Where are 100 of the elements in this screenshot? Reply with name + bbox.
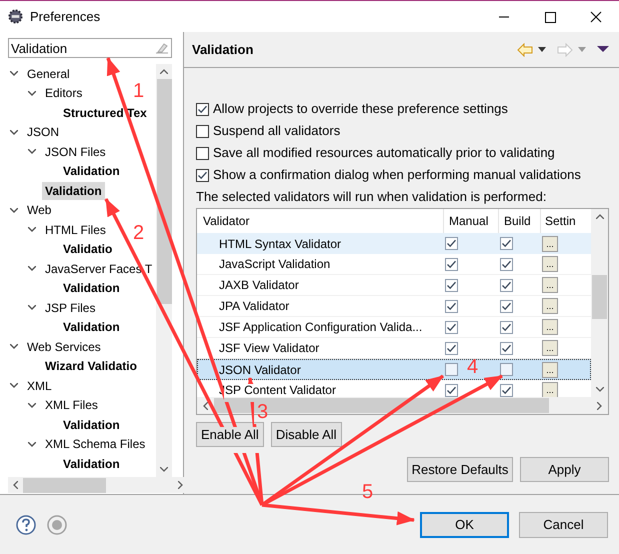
window-title: Preferences — [30, 8, 100, 26]
checkbox[interactable] — [196, 146, 209, 160]
tree-item[interactable]: Editors — [42, 84, 86, 102]
scroll-down-icon[interactable] — [160, 467, 168, 472]
annotation-number: 2 — [133, 222, 144, 244]
scroll-left-icon[interactable] — [13, 481, 18, 489]
scroll-up-icon[interactable] — [160, 69, 168, 74]
annotation-number: 5 — [362, 481, 374, 503]
checkbox[interactable] — [445, 237, 458, 250]
chevron-down-icon[interactable] — [28, 227, 36, 232]
menu-icon[interactable] — [597, 46, 609, 53]
option-label: Suspend all validators — [213, 122, 340, 140]
tree-item[interactable]: XML Schema Files — [42, 435, 148, 454]
tree-item[interactable]: Validation — [60, 454, 123, 473]
annotation-number: 3 — [257, 401, 268, 423]
checkbox[interactable] — [500, 363, 513, 376]
filter-field[interactable]: Validation — [8, 38, 172, 58]
annotation-number: 4 — [467, 356, 478, 378]
checkbox[interactable] — [500, 300, 513, 312]
tree-item[interactable]: Wizard Validatio — [42, 357, 140, 376]
settings-button[interactable]: ... — [542, 277, 558, 293]
tree-item[interactable]: Validatio — [60, 240, 116, 258]
scrollbar-thumb[interactable] — [156, 79, 172, 304]
checkbox[interactable] — [500, 278, 513, 292]
checkbox[interactable] — [500, 258, 513, 270]
checkbox[interactable] — [500, 237, 513, 250]
chevron-down-icon[interactable] — [10, 344, 18, 350]
page-title: Validation — [192, 40, 254, 59]
validator-name: JSF Application Configuration Valida... — [219, 320, 422, 334]
tree-item[interactable]: JSON — [24, 123, 62, 142]
chevron-down-icon[interactable] — [28, 305, 36, 310]
validator-name: JAXB Validator — [219, 278, 299, 292]
chevron-down-icon[interactable] — [28, 402, 36, 408]
settings-button[interactable]: ... — [542, 382, 558, 397]
page-button[interactable]: Restore Defaults — [407, 457, 513, 482]
tree-item[interactable]: JSON Files — [42, 142, 109, 161]
checkbox[interactable] — [445, 258, 458, 270]
table-row[interactable]: JAXB Validator ... — [197, 275, 591, 296]
scroll-right-icon[interactable] — [178, 481, 183, 489]
scrollbar-thumb[interactable] — [592, 275, 607, 319]
table-button[interactable]: Disable All — [270, 422, 342, 447]
checkbox[interactable] — [500, 342, 513, 354]
checkbox[interactable] — [500, 320, 513, 334]
validator-name: JSF View Validator — [219, 341, 320, 355]
gear-icon — [8, 9, 23, 24]
option-label: Save all modified resources automatically prior to validating — [213, 144, 555, 162]
settings-button[interactable]: ... — [542, 298, 558, 314]
checkbox[interactable] — [445, 384, 458, 396]
scroll-up-icon[interactable] — [596, 214, 604, 219]
tree-item[interactable]: Web — [24, 201, 54, 220]
checkbox[interactable] — [196, 168, 209, 182]
table-row[interactable]: JPA Validator ... — [197, 296, 591, 317]
tree-item[interactable]: Validation — [42, 182, 105, 200]
checkbox[interactable] — [445, 278, 458, 292]
tree-item[interactable]: Validation — [60, 279, 123, 298]
dialog-button[interactable]: Cancel — [519, 512, 608, 538]
checkbox[interactable] — [445, 342, 458, 354]
chevron-down-icon[interactable] — [10, 71, 18, 76]
settings-button[interactable]: ... — [542, 236, 558, 252]
dropdown-icon[interactable] — [537, 46, 547, 52]
scroll-left-icon[interactable] — [203, 402, 208, 410]
chevron-down-icon[interactable] — [28, 149, 36, 154]
tree-item[interactable]: HTML Files — [42, 220, 109, 239]
validators-note: The selected validators will run when validation is performed: — [196, 188, 548, 206]
chevron-down-icon[interactable] — [10, 208, 18, 213]
checkbox[interactable] — [196, 102, 209, 116]
scroll-down-icon[interactable] — [596, 387, 604, 392]
checkbox[interactable] — [445, 320, 458, 334]
chevron-down-icon[interactable] — [28, 266, 36, 272]
tree-item[interactable]: Validation — [60, 162, 123, 180]
table-row[interactable]: JSF Application Configuration Valida... ... — [197, 317, 591, 338]
checkbox[interactable] — [445, 300, 458, 312]
tree-item[interactable]: Validation — [60, 416, 123, 434]
dialog-button[interactable]: OK — [420, 512, 509, 538]
table-row[interactable]: HTML Syntax Validator ... — [197, 233, 591, 254]
chevron-down-icon[interactable] — [28, 90, 36, 96]
settings-button[interactable]: ... — [542, 319, 558, 335]
scrollbar-thumb[interactable] — [23, 478, 106, 492]
table-row[interactable]: JavaScript Validation ... — [197, 254, 591, 275]
tree-item[interactable]: XML — [24, 376, 55, 395]
settings-button[interactable]: ... — [542, 362, 558, 378]
checkbox[interactable] — [500, 384, 513, 396]
column-header[interactable]: Validator — [197, 209, 443, 233]
checkbox[interactable] — [445, 363, 458, 376]
option-label: Allow projects to override these preference settings — [213, 100, 508, 118]
chevron-down-icon[interactable] — [28, 442, 36, 447]
help-icon[interactable] — [16, 514, 36, 534]
chevron-down-icon[interactable] — [10, 130, 18, 135]
settings-button[interactable]: ... — [542, 340, 558, 356]
validator-name: JavaScript Validation — [219, 257, 330, 271]
settings-button[interactable]: ... — [542, 256, 558, 272]
scroll-right-icon[interactable] — [597, 402, 602, 410]
tree-item[interactable]: Web Services — [24, 338, 104, 356]
tree-item[interactable]: Validation — [60, 318, 123, 336]
tree-item[interactable]: XML Files — [42, 396, 101, 414]
checkbox[interactable] — [196, 124, 209, 138]
chevron-down-icon[interactable] — [10, 383, 18, 388]
tree-item[interactable]: JSP Files — [42, 298, 98, 317]
page-button[interactable]: Apply — [520, 457, 609, 482]
tree-item[interactable]: General — [24, 64, 73, 83]
